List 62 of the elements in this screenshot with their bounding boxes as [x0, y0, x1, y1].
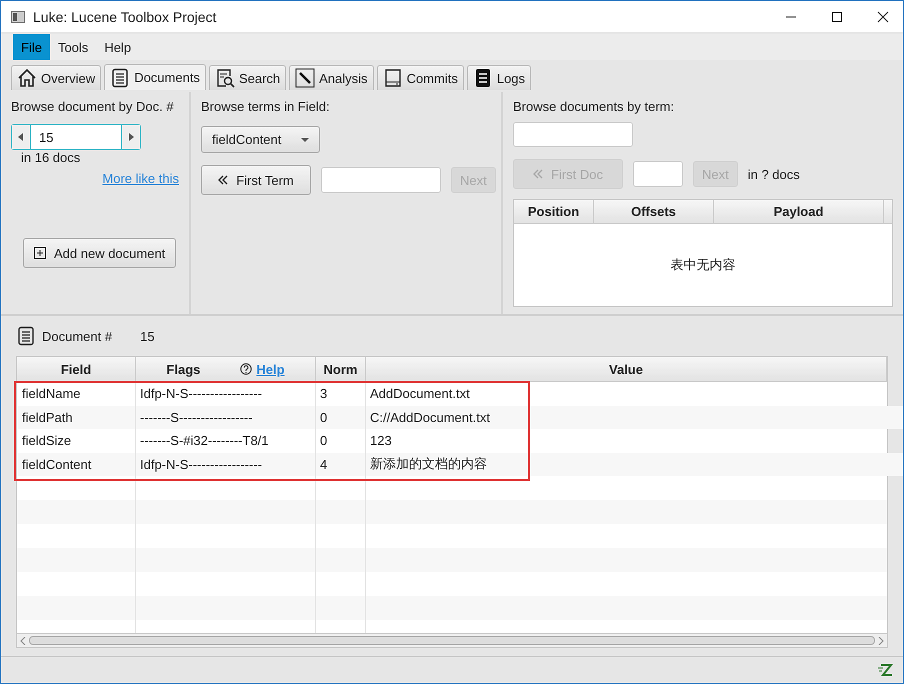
table-cell: 4: [316, 452, 366, 476]
tab[interactable]: Logs: [466, 65, 532, 90]
app-icon: [11, 10, 25, 22]
scroll-right-icon[interactable]: [878, 636, 884, 644]
drive-icon: [382, 68, 403, 88]
house-icon: [17, 68, 37, 88]
maximize-icon[interactable]: [831, 10, 843, 22]
table-cell: Idfp-N-S-----------------: [136, 452, 316, 476]
document-icon: [16, 326, 36, 346]
document-number: 15: [140, 328, 155, 344]
column-header[interactable]: Field: [17, 357, 136, 381]
table-cell-text: C://AddDocument.txt: [369, 408, 491, 427]
section-label: Browse documents by term:: [513, 99, 674, 114]
column-header[interactable]: Flags Help: [136, 357, 316, 381]
tab[interactable]: Search: [208, 65, 286, 90]
table-cell-text: 新添加的文档的内容: [369, 455, 488, 474]
table-cell-text: 123: [369, 432, 393, 450]
table-cell: -------S-----------------: [136, 406, 316, 429]
document-icon: [110, 68, 130, 88]
section-label: Browse document by Doc. #: [11, 99, 174, 114]
doc-count: in 16 docs: [21, 150, 80, 165]
term-field[interactable]: [321, 167, 441, 193]
tab[interactable]: Analysis: [289, 65, 374, 90]
close-icon[interactable]: [877, 10, 889, 22]
wand-icon: [295, 68, 316, 88]
term-field[interactable]: [513, 122, 633, 147]
left-arrow-icon[interactable]: [18, 133, 24, 141]
table-cell: fieldContent: [18, 452, 136, 476]
tab[interactable]: Commits: [376, 65, 464, 90]
logo-icon: [877, 662, 893, 678]
caret-icon: [301, 138, 310, 142]
scroll-left-icon[interactable]: [20, 636, 26, 644]
window-title: Luke: Lucene Toolbox Project: [33, 8, 216, 24]
double-chevron-icon: [218, 175, 228, 185]
column-header[interactable]: Norm: [316, 357, 366, 381]
table-cell: 0: [316, 406, 366, 429]
section-label: Browse terms in Field:: [201, 99, 330, 114]
column-header[interactable]: Offsets: [594, 200, 714, 223]
empty-message: 表中无内容: [670, 256, 736, 274]
search-icon: [214, 68, 235, 88]
right-arrow-icon[interactable]: [128, 133, 134, 141]
column-header[interactable]: Value: [366, 357, 887, 381]
doc-field[interactable]: [633, 161, 683, 187]
column-header[interactable]: Position: [514, 200, 594, 223]
column-header[interactable]: Payload: [714, 200, 884, 223]
help-icon: [240, 363, 252, 375]
plus-icon: [34, 247, 46, 259]
table-cell-text: AddDocument.txt: [369, 385, 471, 404]
doc-count: in ? docs: [748, 166, 800, 182]
tab[interactable]: Overview: [11, 65, 102, 90]
field-dropdown[interactable]: fieldContent: [201, 126, 320, 153]
menu-item[interactable]: Tools: [50, 34, 96, 60]
double-chevron-icon: [533, 169, 543, 179]
first-term-button[interactable]: First Term: [201, 165, 311, 195]
doc-number-spinner[interactable]: 15: [11, 124, 141, 150]
tab[interactable]: Documents: [104, 64, 206, 90]
menu-item[interactable]: File: [13, 34, 50, 60]
document-label: Document #: [42, 328, 112, 344]
add-document-button[interactable]: Add new document: [23, 238, 176, 268]
horizontal-scrollbar[interactable]: [17, 633, 887, 647]
menu-item[interactable]: Help: [96, 34, 140, 60]
table-cell: fieldPath: [18, 406, 136, 429]
